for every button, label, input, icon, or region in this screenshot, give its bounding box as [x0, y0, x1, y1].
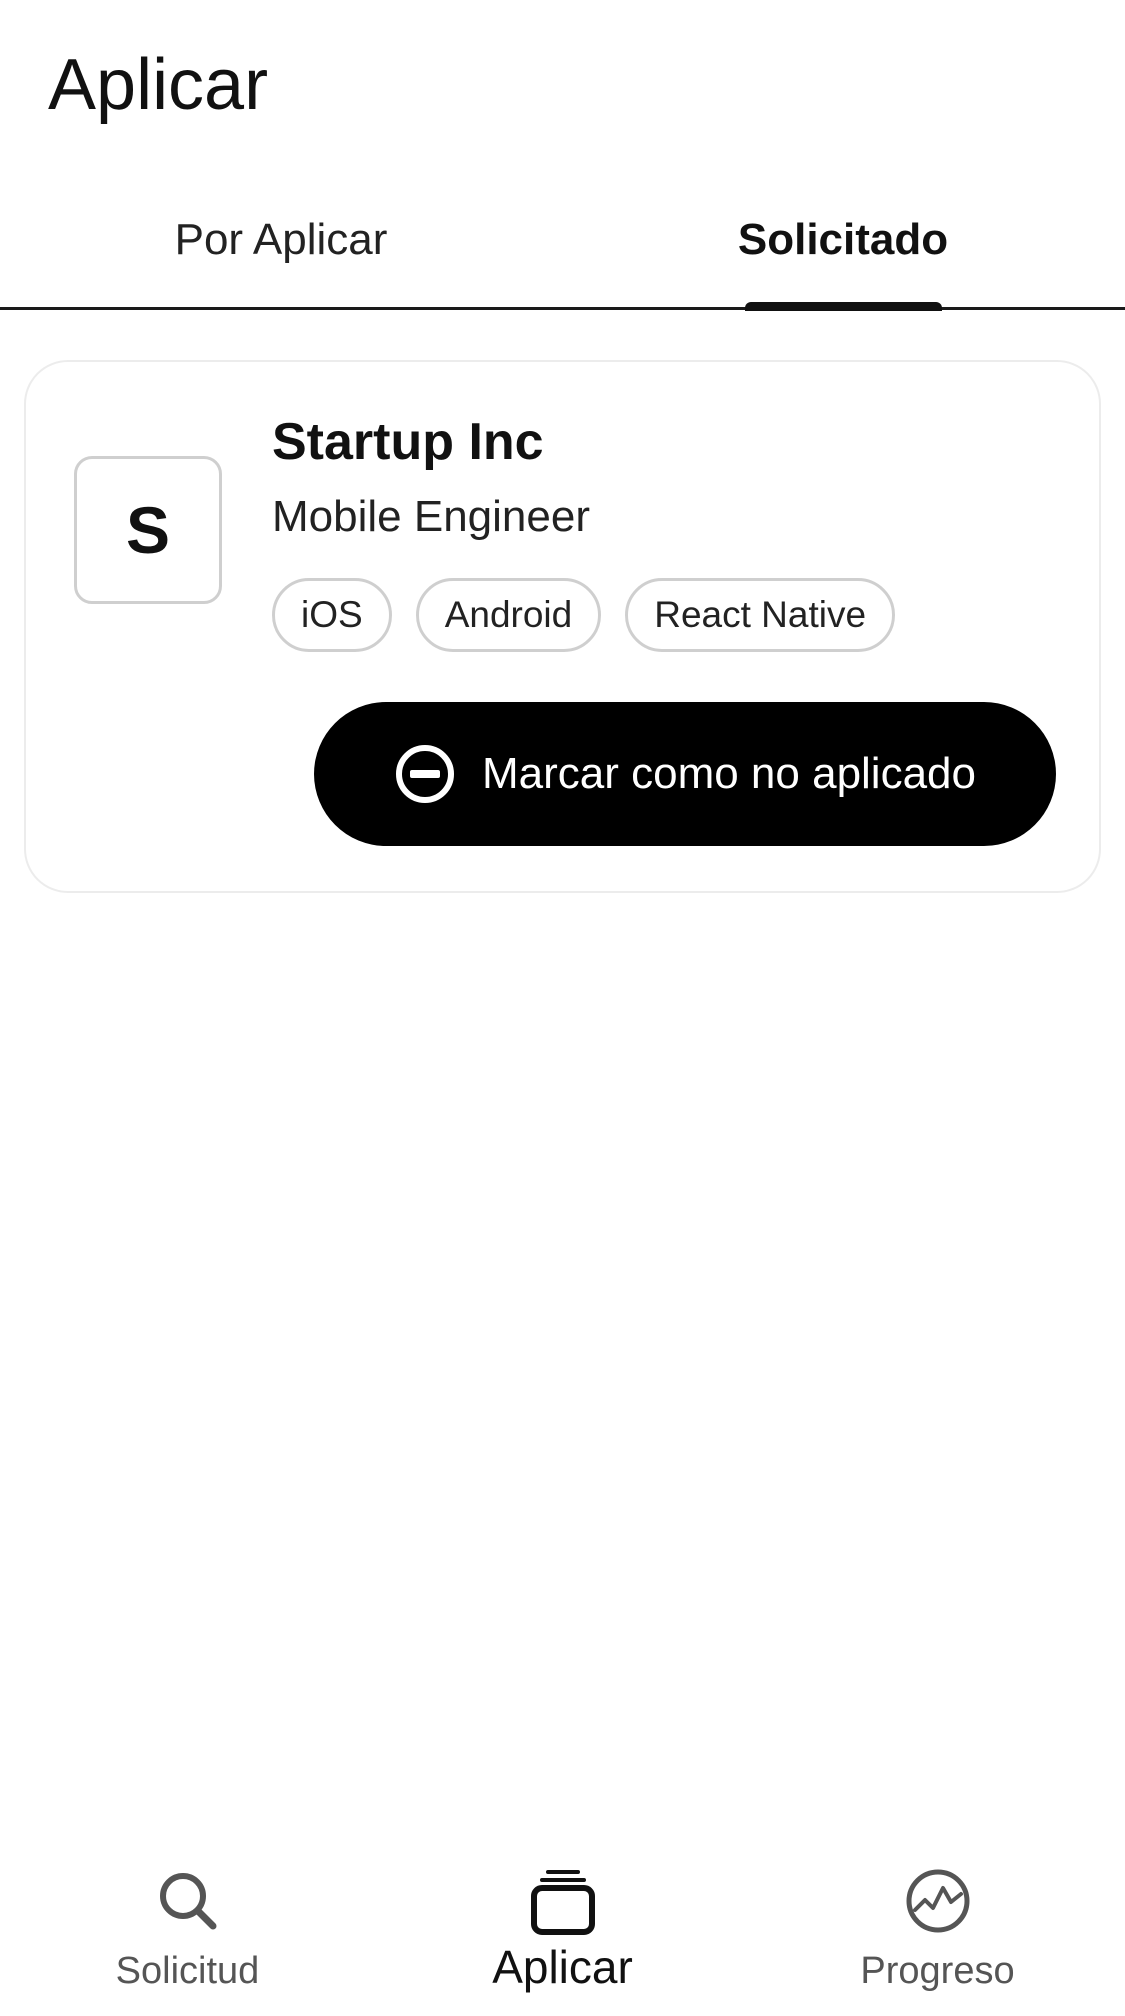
tab-bar: Por Aplicar Solicitado — [0, 200, 1125, 310]
skill-tags: iOS Android React Native — [272, 578, 896, 652]
nav-aplicar-label: Aplicar — [492, 1941, 633, 1993]
page-title: Aplicar — [48, 45, 269, 125]
chart-circle-icon — [906, 1869, 969, 1933]
stack-icon — [530, 1870, 595, 1935]
nav-progreso[interactable]: Progreso — [750, 1840, 1125, 2016]
mark-not-applied-button[interactable]: Marcar como no aplicado — [314, 702, 1056, 846]
job-title: Mobile Engineer — [272, 492, 590, 541]
nav-solicitud[interactable]: Solicitud — [0, 1840, 375, 2016]
application-card[interactable]: S Startup Inc Mobile Engineer iOS Androi… — [24, 360, 1101, 893]
nav-aplicar[interactable]: Aplicar — [375, 1840, 750, 2016]
tab-solicitado[interactable]: Solicitado — [562, 200, 1124, 308]
tag-react-native: React Native — [625, 578, 896, 652]
tab-por-aplicar[interactable]: Por Aplicar — [0, 200, 562, 308]
company-logo: S — [74, 456, 222, 604]
nav-progreso-label: Progreso — [860, 1950, 1015, 1992]
nav-solicitud-label: Solicitud — [115, 1950, 260, 1992]
tag-ios: iOS — [272, 578, 392, 652]
tag-android: Android — [415, 578, 602, 652]
active-tab-indicator — [745, 302, 942, 311]
mark-not-applied-label: Marcar como no aplicado — [481, 749, 976, 798]
search-icon — [159, 1873, 216, 1930]
bottom-navigation: Solicitud Aplicar Progreso — [0, 1840, 1125, 2016]
minus-circle-icon — [395, 745, 454, 803]
company-name: Startup Inc — [272, 413, 544, 471]
